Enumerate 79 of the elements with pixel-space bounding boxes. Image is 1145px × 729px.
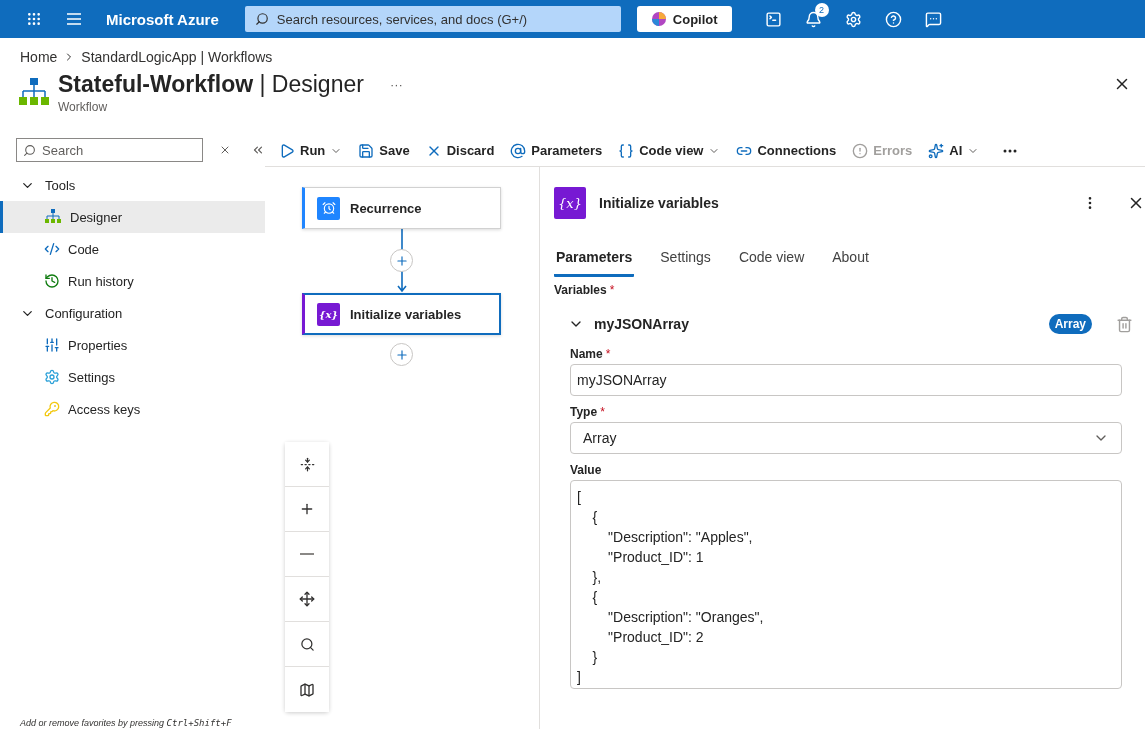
toolbar-button[interactable]: Save xyxy=(352,135,416,166)
minimap-button[interactable] xyxy=(285,667,329,712)
workflow-node[interactable]: Recurrence xyxy=(302,187,501,229)
panel-tab[interactable]: About xyxy=(830,243,871,277)
field-label: Variables * xyxy=(554,283,615,297)
delete-icon[interactable] xyxy=(1116,315,1133,333)
favorites-hint: Add or remove favorites by pressing Ctrl+Shift+F xyxy=(20,718,232,728)
field-label: Type * xyxy=(570,405,605,419)
collapse-vertical-icon xyxy=(299,456,315,472)
copilot-logo-icon xyxy=(650,11,667,27)
add-step-button[interactable] xyxy=(390,249,413,272)
field-label: Value xyxy=(570,463,602,477)
plus-icon xyxy=(299,501,315,517)
nav-item[interactable]: Access keys xyxy=(0,393,265,425)
sparkle-icon xyxy=(928,142,945,159)
more-icon xyxy=(1003,148,1018,153)
history-icon xyxy=(44,273,60,289)
field-label: Name * xyxy=(570,347,611,361)
nav-group[interactable]: Tools xyxy=(0,169,265,201)
alarm-clock-icon xyxy=(317,196,340,220)
copilot-button[interactable]: Copilot xyxy=(636,6,732,32)
panel-title: Initialize variables xyxy=(599,195,720,211)
page-subtitle: Workflow xyxy=(58,100,109,114)
toolbar-button[interactable]: Parameters xyxy=(504,135,609,166)
map-icon xyxy=(299,681,315,698)
portal-brand[interactable]: Microsoft Azure xyxy=(106,10,219,28)
search-field[interactable]: Search resources, services, and docs (G+/) xyxy=(244,6,621,32)
search-icon xyxy=(23,143,36,157)
minus-icon xyxy=(300,553,314,555)
nav-item[interactable]: Settings xyxy=(0,361,265,393)
code-icon xyxy=(44,241,60,257)
toolbar-button[interactable]: Connections xyxy=(730,135,843,166)
hierarchy-icon xyxy=(18,77,50,107)
nav-item[interactable]: Code xyxy=(0,233,265,265)
more-button[interactable]: ··· xyxy=(389,77,403,92)
variable-name: myJSONArray xyxy=(594,316,690,332)
toolbar-button[interactable]: Code view xyxy=(612,135,727,166)
toolbar-button[interactable]: AI xyxy=(922,135,986,166)
add-step-button[interactable] xyxy=(390,343,413,366)
panel-tab[interactable]: Code view xyxy=(736,243,807,277)
breadcrumb-link[interactable]: Home xyxy=(20,49,58,65)
variable-badge: {x} xyxy=(317,302,340,326)
name-field[interactable]: myJSONArray xyxy=(570,364,1122,396)
clear-icon[interactable] xyxy=(219,144,231,156)
page-title: Stateful-Workflow | Designer xyxy=(58,71,364,98)
settings-icon xyxy=(44,369,60,385)
toolbar-button[interactable]: Run xyxy=(273,135,349,166)
value-field[interactable]: [ { "Description": "Apples", "Product_ID": 1 }, { "Description": "Oranges", "Product_ID": 2 } ] xyxy=(570,480,1122,689)
key-icon xyxy=(44,401,60,417)
connector-arrow xyxy=(397,229,407,293)
nav-group[interactable]: Configuration xyxy=(0,297,265,329)
braces-icon xyxy=(618,142,635,159)
search-icon xyxy=(254,12,269,26)
type-dropdown[interactable]: Array xyxy=(570,422,1122,454)
alert-icon xyxy=(852,142,869,159)
nav-item[interactable]: Properties xyxy=(0,329,265,361)
move-icon xyxy=(299,591,315,607)
panel-tab[interactable]: Parameters xyxy=(554,243,635,277)
variable-badge: {x} xyxy=(554,187,586,219)
pan-button[interactable] xyxy=(285,577,329,622)
toolbar-button[interactable]: Discard xyxy=(419,135,501,166)
type-tag: Array xyxy=(1048,314,1092,334)
hierarchy-icon xyxy=(44,208,62,226)
plus-icon xyxy=(394,347,409,362)
plus-icon xyxy=(394,253,409,268)
workflow-node[interactable]: {x} Initialize variables xyxy=(302,293,501,335)
collapse-icon[interactable] xyxy=(251,143,265,157)
nav-item[interactable]: Designer xyxy=(0,201,265,233)
search-field[interactable]: Search xyxy=(16,138,203,162)
search-button[interactable] xyxy=(285,622,329,667)
at-sign-icon xyxy=(510,142,527,159)
nav-item[interactable]: Run history xyxy=(0,265,265,297)
panel-tab[interactable]: Settings xyxy=(658,243,713,277)
notification-count: 2 xyxy=(814,3,829,17)
search-icon xyxy=(299,636,315,652)
sliders-icon xyxy=(44,337,60,353)
breadcrumb-link[interactable]: StandardLogicApp | Workflows xyxy=(81,49,273,65)
save-icon xyxy=(358,142,375,159)
play-icon xyxy=(279,142,295,159)
